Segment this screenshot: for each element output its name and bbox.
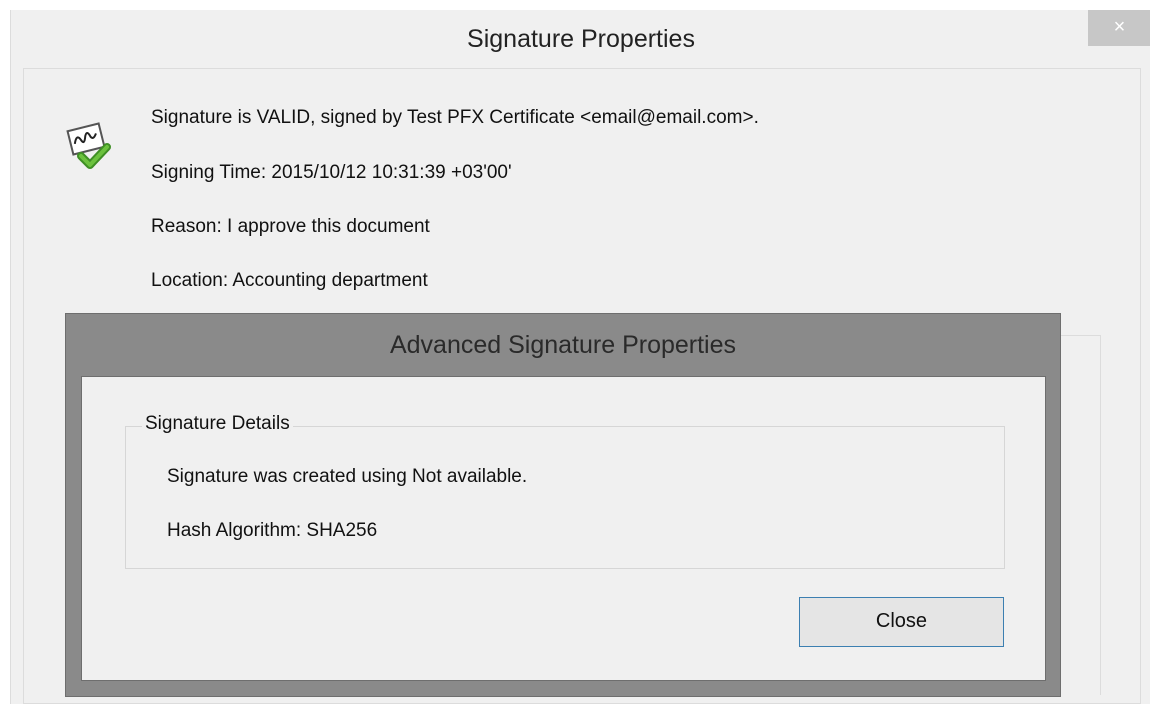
dialog-title: Signature Properties [467, 25, 695, 53]
reason-text: Reason: I approve this document [151, 216, 430, 237]
advanced-dialog-body: Signature Details Signature was created … [81, 376, 1046, 681]
advanced-dialog-title: Advanced Signature Properties [389, 331, 737, 359]
created-using-text: Signature was created using Not availabl… [167, 466, 528, 487]
hash-algorithm-text: Hash Algorithm: SHA256 [167, 520, 378, 541]
signature-details-label: Signature Details [142, 413, 293, 435]
close-icon[interactable]: × [1088, 10, 1150, 46]
location-text: Location: Accounting department [151, 270, 428, 291]
signature-status-text: Signature is VALID, signed by Test PFX C… [151, 107, 759, 128]
background-panel-frame [1060, 335, 1101, 695]
signing-time-text: Signing Time: 2015/10/12 10:31:39 +03'00… [151, 162, 512, 183]
advanced-signature-properties-dialog: Advanced Signature Properties Signature … [65, 313, 1061, 697]
signature-details-group: Signature Details Signature was created … [125, 413, 1005, 569]
close-button[interactable]: Close [799, 597, 1004, 647]
signature-valid-icon [66, 122, 111, 169]
